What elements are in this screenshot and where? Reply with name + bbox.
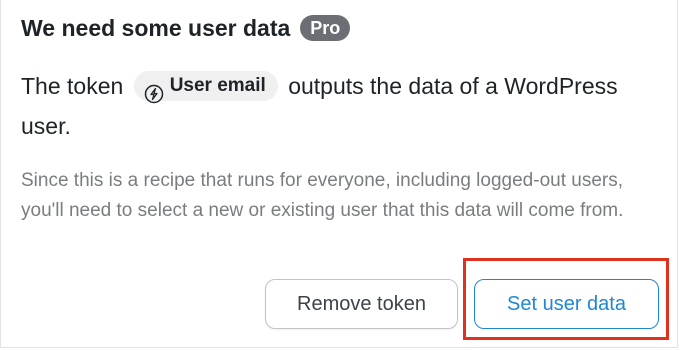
remove-token-button[interactable]: Remove token bbox=[265, 279, 458, 329]
title-row: We need some user data Pro bbox=[21, 12, 351, 44]
token-message: The token User email outputs the data of… bbox=[21, 66, 641, 146]
panel-title: We need some user data bbox=[21, 14, 291, 41]
token-pill[interactable]: User email bbox=[133, 70, 278, 104]
pro-badge: Pro bbox=[300, 15, 351, 41]
user-data-panel: We need some user data Pro The token Use… bbox=[0, 0, 678, 348]
description-text: Since this is a recipe that runs for eve… bbox=[21, 170, 624, 221]
set-user-data-button[interactable]: Set user data bbox=[474, 279, 659, 329]
message-prefix: The token bbox=[21, 73, 124, 99]
bolt-circle-icon bbox=[144, 76, 164, 104]
token-label: User email bbox=[169, 74, 266, 96]
